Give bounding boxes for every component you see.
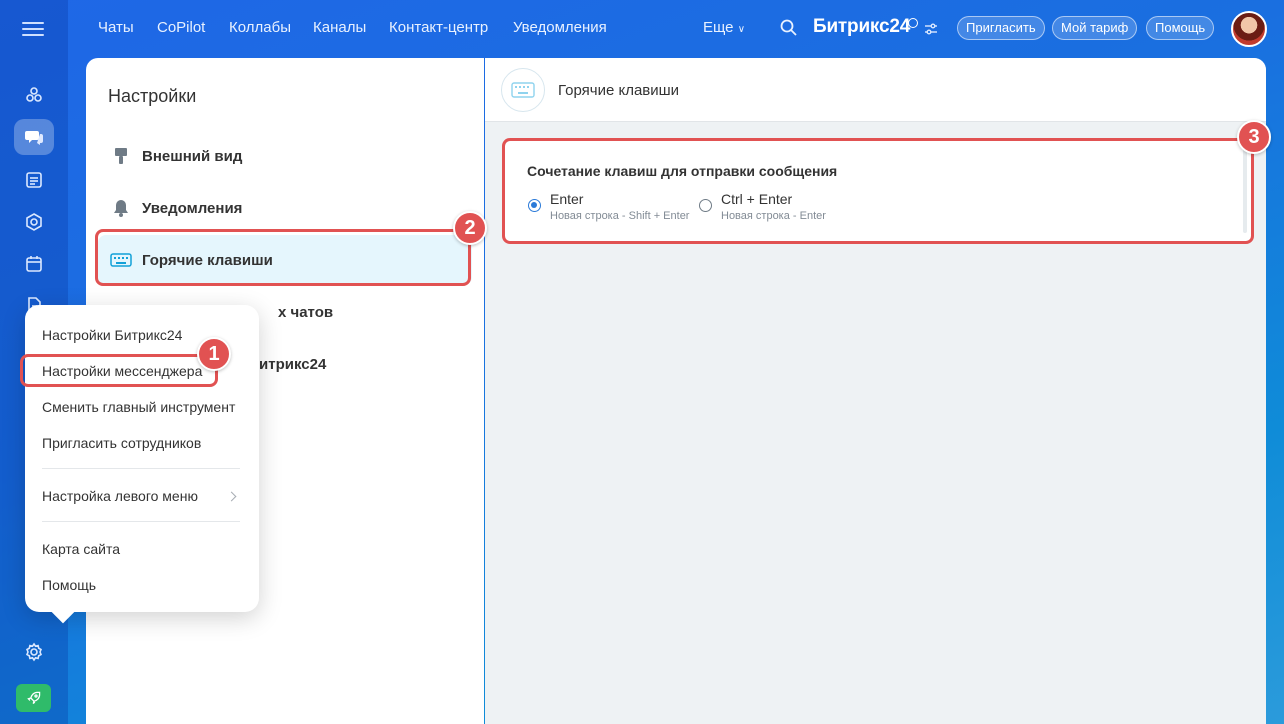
brand-logo: Битрикс24: [813, 16, 911, 37]
settings-item-appearance[interactable]: Внешний вид: [98, 131, 472, 181]
step-badge-3: 3: [1237, 120, 1271, 154]
invite-button[interactable]: Пригласить: [957, 16, 1045, 40]
gear-icon[interactable]: [14, 634, 54, 670]
chevron-down-icon: ∨: [737, 24, 746, 35]
step-badge-1: 1: [197, 337, 231, 371]
projects-icon[interactable]: [14, 78, 54, 114]
rocket-icon[interactable]: [16, 684, 51, 712]
dropdown-bitrix-settings[interactable]: Настройки Битрикс24: [42, 327, 182, 343]
chevron-right-icon: [226, 491, 237, 502]
settings-item-notifications[interactable]: Уведомления: [98, 183, 472, 233]
nav-copilot[interactable]: CoPilot: [157, 19, 205, 36]
more-menu[interactable]: Еще ∨: [703, 19, 745, 36]
content-title: Горячие клавиши: [558, 82, 680, 99]
settings-item-chats-partial[interactable]: х чатов: [278, 304, 333, 321]
help-button[interactable]: Помощь: [1146, 16, 1215, 40]
settings-item-label: Внешний вид: [142, 147, 243, 165]
content-header: Горячие клавиши: [485, 58, 1266, 122]
nav-chats[interactable]: Чаты: [98, 19, 134, 36]
divider: [42, 468, 240, 469]
tariff-button[interactable]: Мой тариф: [1052, 16, 1138, 40]
settings-item-label: Уведомления: [142, 199, 243, 217]
highlight-messenger-settings: [20, 354, 218, 387]
avatar[interactable]: [1231, 11, 1267, 47]
highlight-card: [502, 138, 1254, 244]
dropdown-left-menu-settings[interactable]: Настройка левого меню: [42, 488, 198, 504]
hex-icon[interactable]: [14, 204, 54, 240]
step-badge-2: 2: [453, 211, 487, 245]
nav-contact-center[interactable]: Контакт-центр: [389, 19, 488, 36]
sliders-icon[interactable]: [924, 23, 938, 35]
search-icon[interactable]: [780, 19, 797, 36]
clock-icon: [908, 18, 918, 28]
highlight-hotkeys: [95, 229, 471, 286]
settings-title: Настройки: [108, 86, 197, 106]
nav-collabs[interactable]: Коллабы: [229, 19, 291, 36]
chat-icon[interactable]: [14, 119, 54, 155]
bell-icon: [110, 197, 132, 219]
menu-icon[interactable]: [22, 18, 44, 38]
dropdown-invite-employees[interactable]: Пригласить сотрудников: [42, 435, 201, 451]
dropdown-help[interactable]: Помощь: [42, 577, 96, 593]
divider: [42, 521, 240, 522]
settings-item-bitrix-partial[interactable]: итрикс24: [259, 356, 326, 373]
calendar-icon[interactable]: [14, 246, 54, 282]
keyboard-icon: [501, 68, 545, 112]
dropdown-change-main-tool[interactable]: Сменить главный инструмент: [42, 399, 235, 415]
dropdown-sitemap[interactable]: Карта сайта: [42, 541, 120, 557]
nav-notifications[interactable]: Уведомления: [513, 19, 607, 36]
brush-icon: [110, 145, 132, 167]
feed-icon[interactable]: [14, 162, 54, 198]
nav-channels[interactable]: Каналы: [313, 19, 366, 36]
more-label: Еще: [703, 19, 734, 36]
